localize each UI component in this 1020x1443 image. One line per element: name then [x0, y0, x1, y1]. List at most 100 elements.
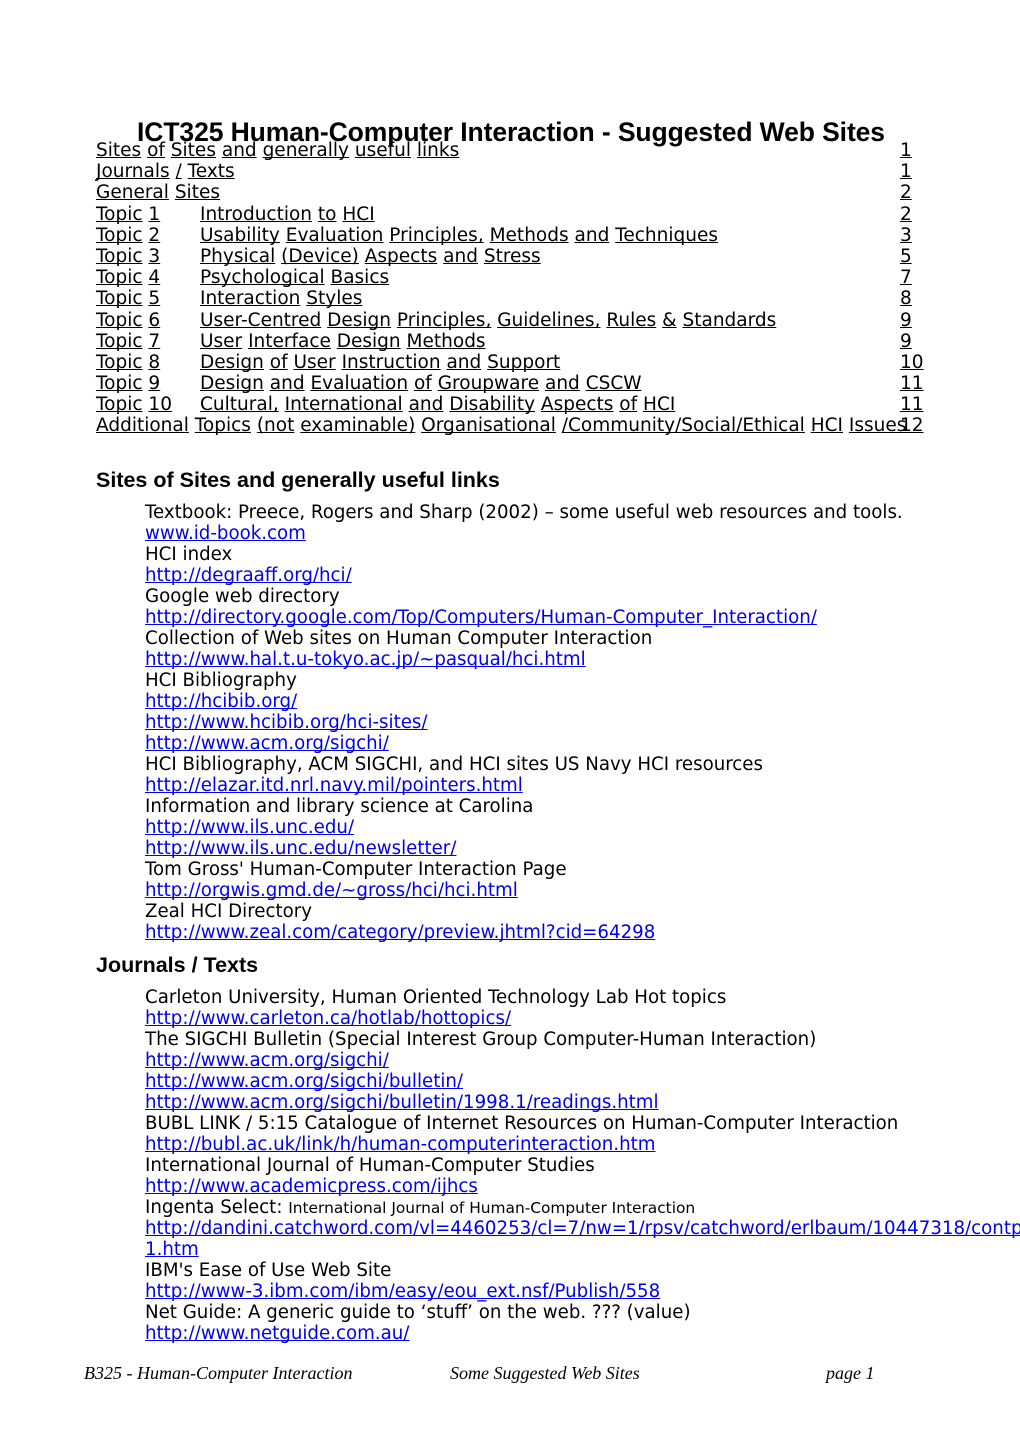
- toc-entry-page-number[interactable]: 11: [900, 373, 924, 394]
- toc-entry[interactable]: Topic 2 Usability Evaluation Principles, …: [96, 225, 926, 246]
- toc-entry-label[interactable]: Additional Topics (not examinable) Organ…: [96, 415, 906, 436]
- resource-description: Net Guide: A generic guide to ‘stuff’ on…: [145, 1302, 691, 1323]
- resource-link[interactable]: http://www.acm.org/sigchi/bulletin/: [145, 1071, 955, 1092]
- resource-link[interactable]: http://orgwis.gmd.de/~gross/hci/hci.html: [145, 880, 955, 901]
- resource-link[interactable]: http://degraaff.org/hci/: [145, 565, 955, 586]
- resource-description-detail: International Journal of Human-Computer …: [288, 1199, 696, 1217]
- link-text[interactable]: http://orgwis.gmd.de/~gross/hci/hci.html: [145, 880, 518, 901]
- resource-description: HCI Bibliography, ACM SIGCHI, and HCI si…: [145, 754, 763, 775]
- resource-link[interactable]: http://www.academicpress.com/ijhcs: [145, 1176, 955, 1197]
- toc-entry-topic[interactable]: Topic 4: [96, 267, 160, 288]
- link-text[interactable]: http://www-3.ibm.com/ibm/easy/eou_ext.ns…: [145, 1281, 660, 1302]
- resource-link[interactable]: http://www.acm.org/sigchi/: [145, 733, 955, 754]
- toc-entry-description[interactable]: User Interface Design Methods: [200, 331, 486, 352]
- toc-entry-page-number[interactable]: 3: [900, 225, 912, 246]
- link-text[interactable]: http://elazar.itd.nrl.navy.mil/pointers.…: [145, 775, 523, 796]
- link-text[interactable]: http://directory.google.com/Top/Computer…: [145, 607, 817, 628]
- toc-entry-topic[interactable]: Topic 10: [96, 394, 172, 415]
- toc-entry[interactable]: Topic 3 Physical (Device) Aspects and Str…: [96, 246, 926, 267]
- link-text[interactable]: http://www.hal.t.u-tokyo.ac.jp/~pasqual/…: [145, 649, 586, 670]
- link-text[interactable]: http://www.academicpress.com/ijhcs: [145, 1176, 478, 1197]
- toc-entry-topic[interactable]: Topic 3: [96, 246, 160, 267]
- link-text[interactable]: http://hcibib.org/: [145, 691, 297, 712]
- link-text[interactable]: www.id-book.com: [145, 523, 306, 544]
- resource-link[interactable]: http://www.acm.org/sigchi/bulletin/1998.…: [145, 1092, 955, 1113]
- toc-entry-topic[interactable]: Topic 5: [96, 288, 160, 309]
- toc-entry[interactable]: Topic 9 Design and Evaluation of Groupwar…: [96, 373, 926, 394]
- toc-entry-page-number[interactable]: 11: [900, 394, 924, 415]
- resource-link[interactable]: http://www.zeal.com/category/preview.jht…: [145, 922, 955, 943]
- toc-entry[interactable]: Sites of Sites and generally useful link…: [96, 140, 926, 161]
- toc-entry[interactable]: Topic 10 Cultural, International and Disa…: [96, 394, 926, 415]
- resource-link[interactable]: http://directory.google.com/Top/Computer…: [145, 607, 955, 628]
- toc-entry[interactable]: Topic 5 Interaction Styles 8: [96, 288, 926, 309]
- resource-link[interactable]: http://www.netguide.com.au/: [145, 1323, 955, 1344]
- resource-link[interactable]: www.id-book.com: [145, 523, 955, 544]
- resource-link[interactable]: http://hcibib.org/: [145, 691, 955, 712]
- toc-entry-description[interactable]: Interaction Styles: [200, 288, 362, 309]
- toc-entry-page-number[interactable]: 5: [900, 246, 912, 267]
- toc-entry[interactable]: Topic 4 Psychological Basics 7: [96, 267, 926, 288]
- link-text[interactable]: http://www.acm.org/sigchi/: [145, 733, 389, 754]
- toc-entry[interactable]: Additional Topics (not examinable) Organ…: [96, 415, 926, 436]
- toc-entry-description[interactable]: Design of User Instruction and Support: [200, 352, 560, 373]
- link-text[interactable]: http://www.netguide.com.au/: [145, 1323, 409, 1344]
- toc-entry-topic[interactable]: Topic 8: [96, 352, 160, 373]
- toc-entry-topic[interactable]: Topic 6: [96, 310, 160, 331]
- resource-link[interactable]: http://www.hcibib.org/hci-sites/: [145, 712, 955, 733]
- resource-link[interactable]: http://elazar.itd.nrl.navy.mil/pointers.…: [145, 775, 955, 796]
- toc-entry-label[interactable]: General Sites: [96, 182, 220, 203]
- link-text[interactable]: http://www.hcibib.org/hci-sites/: [145, 712, 428, 733]
- resource-link[interactable]: http://www-3.ibm.com/ibm/easy/eou_ext.ns…: [145, 1281, 955, 1302]
- toc-entry[interactable]: Topic 7 User Interface Design Methods 9: [96, 331, 926, 352]
- resource-link[interactable]: http://www.acm.org/sigchi/: [145, 1050, 955, 1071]
- link-text[interactable]: http://www.acm.org/sigchi/bulletin/1998.…: [145, 1092, 659, 1113]
- toc-entry-page-number[interactable]: 9: [900, 331, 912, 352]
- toc-entry[interactable]: General Sites 2: [96, 182, 926, 203]
- toc-entry-page-number[interactable]: 10: [900, 352, 924, 373]
- toc-entry-page-number[interactable]: 9: [900, 310, 912, 331]
- resource-link[interactable]: http://www.ils.unc.edu/: [145, 817, 955, 838]
- resource-description: Tom Gross' Human-Computer Interaction Pa…: [145, 859, 567, 880]
- toc-entry-description[interactable]: Usability Evaluation Principles, Methods…: [200, 225, 718, 246]
- toc-entry-page-number[interactable]: 1: [900, 140, 912, 161]
- toc-entry-label[interactable]: Journals / Texts: [96, 161, 235, 182]
- toc-entry-description[interactable]: Psychological Basics: [200, 267, 389, 288]
- link-text[interactable]: http://degraaff.org/hci/: [145, 565, 352, 586]
- toc-entry-description[interactable]: Cultural, International and Disability A…: [200, 394, 675, 415]
- toc-entry-page-number[interactable]: 12: [900, 415, 924, 436]
- toc-entry-topic[interactable]: Topic 9: [96, 373, 160, 394]
- link-text[interactable]: http://www.acm.org/sigchi/bulletin/: [145, 1071, 463, 1092]
- toc-entry-description[interactable]: Introduction to HCI: [200, 204, 375, 225]
- toc-entry-page-number[interactable]: 2: [900, 182, 912, 203]
- link-text[interactable]: http://www.ils.unc.edu/newsletter/: [145, 838, 456, 859]
- resource-link[interactable]: http://bubl.ac.uk/link/h/human-computeri…: [145, 1134, 955, 1155]
- toc-entry[interactable]: Journals / Texts 1: [96, 161, 926, 182]
- link-text[interactable]: http://www.ils.unc.edu/: [145, 817, 354, 838]
- link-text[interactable]: http://www.zeal.com/category/preview.jht…: [145, 922, 655, 943]
- toc-entry[interactable]: Topic 8 Design of User Instruction and Su…: [96, 352, 926, 373]
- resource-link[interactable]: http://www.hal.t.u-tokyo.ac.jp/~pasqual/…: [145, 649, 955, 670]
- link-text[interactable]: http://www.acm.org/sigchi/: [145, 1050, 389, 1071]
- toc-entry-page-number[interactable]: 2: [900, 204, 912, 225]
- toc-entry-page-number[interactable]: 1: [900, 161, 912, 182]
- toc-entry-description[interactable]: Design and Evaluation of Groupware and C…: [200, 373, 642, 394]
- toc-entry-topic[interactable]: Topic 1: [96, 204, 160, 225]
- toc-entry[interactable]: Topic 6 User-Centred Design Principles, G…: [96, 310, 926, 331]
- toc-entry-topic[interactable]: Topic 2: [96, 225, 160, 246]
- toc-entry-description[interactable]: User-Centred Design Principles, Guidelin…: [200, 310, 776, 331]
- toc-entry-page-number[interactable]: 7: [900, 267, 912, 288]
- toc-entry-label[interactable]: Sites of Sites and generally useful link…: [96, 140, 459, 161]
- toc-entry-page-number[interactable]: 8: [900, 288, 912, 309]
- resource-link[interactable]: http://dandini.catchword.com/vl=4460253/…: [145, 1218, 1020, 1260]
- resource-link[interactable]: http://www.carleton.ca/hotlab/hottopics/: [145, 1008, 955, 1029]
- resource-description: Information and library science at Carol…: [145, 796, 534, 817]
- link-text[interactable]: http://dandini.catchword.com/vl=4460253/…: [145, 1218, 1020, 1260]
- toc-entry-description[interactable]: Physical (Device) Aspects and Stress: [200, 246, 541, 267]
- toc-entry-topic[interactable]: Topic 7: [96, 331, 160, 352]
- link-text[interactable]: http://www.carleton.ca/hotlab/hottopics/: [145, 1008, 511, 1029]
- link-text[interactable]: http://bubl.ac.uk/link/h/human-computeri…: [145, 1134, 655, 1155]
- document-page: ICT325 Human-Computer Interaction - Sugg…: [0, 0, 1020, 1443]
- toc-entry[interactable]: Topic 1 Introduction to HCI 2: [96, 204, 926, 225]
- resource-link[interactable]: http://www.ils.unc.edu/newsletter/: [145, 838, 955, 859]
